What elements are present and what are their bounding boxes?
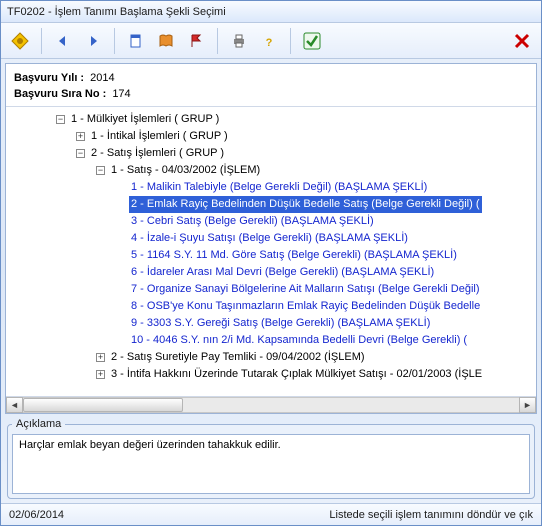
content-panel: Başvuru Yılı : 2014 Başvuru Sıra No : 17… bbox=[5, 63, 537, 414]
tree-node-label[interactable]: 1 - Mülkiyet İşlemleri ( GRUP ) bbox=[69, 111, 221, 128]
tree-node[interactable]: 4 - İzale-i Şuyu Satışı (Belge Gerekli) … bbox=[6, 230, 536, 247]
tree-node-label[interactable]: 9 - 3303 S.Y. Gereği Satış (Belge Gerekl… bbox=[129, 315, 432, 332]
tree-node[interactable]: 7 - Organize Sanayi Bölgelerine Ait Mall… bbox=[6, 281, 536, 298]
book-button[interactable] bbox=[153, 28, 179, 54]
collapse-icon[interactable]: − bbox=[96, 166, 105, 175]
expand-icon[interactable]: + bbox=[96, 370, 105, 379]
seq-label: Başvuru Sıra No : bbox=[14, 86, 106, 102]
tree-node[interactable]: 10 - 4046 S.Y. nın 2/i Md. Kapsamında Be… bbox=[6, 332, 536, 349]
tree-node-label[interactable]: 7 - Organize Sanayi Bölgelerine Ait Mall… bbox=[129, 281, 482, 298]
year-label: Başvuru Yılı : bbox=[14, 70, 84, 86]
tree-node[interactable]: 3 - Cebri Satış (Belge Gerekli) (BAŞLAMA… bbox=[6, 213, 536, 230]
tree-node[interactable]: 1 - Malikin Talebiyle (Belge Gerekli Değ… bbox=[6, 179, 536, 196]
description-legend: Açıklama bbox=[12, 418, 65, 430]
scroll-thumb[interactable] bbox=[23, 398, 183, 412]
status-date: 02/06/2014 bbox=[9, 509, 64, 521]
help-button[interactable]: ? bbox=[256, 28, 282, 54]
tree-node-label[interactable]: 10 - 4046 S.Y. nın 2/i Md. Kapsamında Be… bbox=[129, 332, 469, 349]
tree-view[interactable]: −1 - Mülkiyet İşlemleri ( GRUP )+1 - İnt… bbox=[6, 106, 536, 396]
flag-button[interactable] bbox=[183, 28, 209, 54]
tree-node[interactable]: +2 - Satış Suretiyle Pay Temliki - 09/04… bbox=[6, 349, 536, 366]
scroll-left-button[interactable]: ◄ bbox=[6, 397, 23, 413]
tree-node[interactable]: 9 - 3303 S.Y. Gereği Satış (Belge Gerekl… bbox=[6, 315, 536, 332]
tree-node-label[interactable]: 2 - Emlak Rayiç Bedelinden Düşük Bedelle… bbox=[129, 196, 482, 213]
tree-node[interactable]: +3 - İntifa Hakkını Üzerinde Tutarak Çıp… bbox=[6, 366, 536, 383]
toolbar: ? bbox=[1, 23, 541, 59]
tree-node[interactable]: +1 - İntikal İşlemleri ( GRUP ) bbox=[6, 128, 536, 145]
meta-block: Başvuru Yılı : 2014 Başvuru Sıra No : 17… bbox=[6, 64, 536, 106]
tree-node-label[interactable]: 5 - 1164 S.Y. 11 Md. Göre Satış (Belge G… bbox=[129, 247, 459, 264]
tree-node[interactable]: 8 - OSB'ye Konu Taşınmazların Emlak Rayi… bbox=[6, 298, 536, 315]
scroll-right-button[interactable]: ► bbox=[519, 397, 536, 413]
next-button[interactable] bbox=[80, 28, 106, 54]
tree-node-label[interactable]: 1 - Malikin Talebiyle (Belge Gerekli Değ… bbox=[129, 179, 429, 196]
expand-icon[interactable]: + bbox=[76, 132, 85, 141]
prev-button[interactable] bbox=[50, 28, 76, 54]
tree-node[interactable]: 6 - İdareler Arası Mal Devri (Belge Gere… bbox=[6, 264, 536, 281]
tree-node[interactable]: −1 - Satış - 04/03/2002 (İŞLEM) bbox=[6, 162, 536, 179]
tree-node-label[interactable]: 2 - Satış İşlemleri ( GRUP ) bbox=[89, 145, 226, 162]
window-title: TF0202 - İşlem Tanımı Başlama Şekli Seçi… bbox=[7, 6, 226, 18]
print-button[interactable] bbox=[226, 28, 252, 54]
tree-node-label[interactable]: 4 - İzale-i Şuyu Satışı (Belge Gerekli) … bbox=[129, 230, 410, 247]
tree-node-label[interactable]: 3 - İntifa Hakkını Üzerinde Tutarak Çıpl… bbox=[109, 366, 484, 383]
scroll-track[interactable] bbox=[23, 397, 519, 413]
app-icon[interactable] bbox=[7, 28, 33, 54]
titlebar: TF0202 - İşlem Tanımı Başlama Şekli Seçi… bbox=[1, 1, 541, 23]
tree-node-label[interactable]: 1 - İntikal İşlemleri ( GRUP ) bbox=[89, 128, 230, 145]
tree-node[interactable]: 5 - 1164 S.Y. 11 Md. Göre Satış (Belge G… bbox=[6, 247, 536, 264]
tree-node-label[interactable]: 6 - İdareler Arası Mal Devri (Belge Gere… bbox=[129, 264, 436, 281]
tree-node-label[interactable]: 1 - Satış - 04/03/2002 (İŞLEM) bbox=[109, 162, 262, 179]
collapse-icon[interactable]: − bbox=[56, 115, 65, 124]
statusbar: 02/06/2014 Listede seçili işlem tanımını… bbox=[1, 503, 541, 525]
description-text[interactable]: Harçlar emlak beyan değeri üzerinden tah… bbox=[12, 434, 530, 494]
app-window: TF0202 - İşlem Tanımı Başlama Şekli Seçi… bbox=[0, 0, 542, 526]
tree-node[interactable]: −2 - Satış İşlemleri ( GRUP ) bbox=[6, 145, 536, 162]
svg-text:?: ? bbox=[266, 37, 273, 49]
tree-node-label[interactable]: 3 - Cebri Satış (Belge Gerekli) (BAŞLAMA… bbox=[129, 213, 376, 230]
close-button[interactable] bbox=[509, 28, 535, 54]
collapse-icon[interactable]: − bbox=[76, 149, 85, 158]
tree-node[interactable]: −1 - Mülkiyet İşlemleri ( GRUP ) bbox=[6, 111, 536, 128]
new-doc-button[interactable] bbox=[123, 28, 149, 54]
tree-node-label[interactable]: 8 - OSB'ye Konu Taşınmazların Emlak Rayi… bbox=[129, 298, 482, 315]
description-block: Açıklama Harçlar emlak beyan değeri üzer… bbox=[5, 418, 537, 499]
year-value: 2014 bbox=[90, 70, 114, 86]
expand-icon[interactable]: + bbox=[96, 353, 105, 362]
tree-node[interactable]: 2 - Emlak Rayiç Bedelinden Düşük Bedelle… bbox=[6, 196, 536, 213]
ok-button[interactable] bbox=[299, 28, 325, 54]
horizontal-scrollbar[interactable]: ◄ ► bbox=[6, 396, 536, 413]
tree-node-label[interactable]: 2 - Satış Suretiyle Pay Temliki - 09/04/… bbox=[109, 349, 367, 366]
status-hint: Listede seçili işlem tanımını döndür ve … bbox=[329, 509, 533, 521]
seq-value: 174 bbox=[112, 86, 130, 102]
